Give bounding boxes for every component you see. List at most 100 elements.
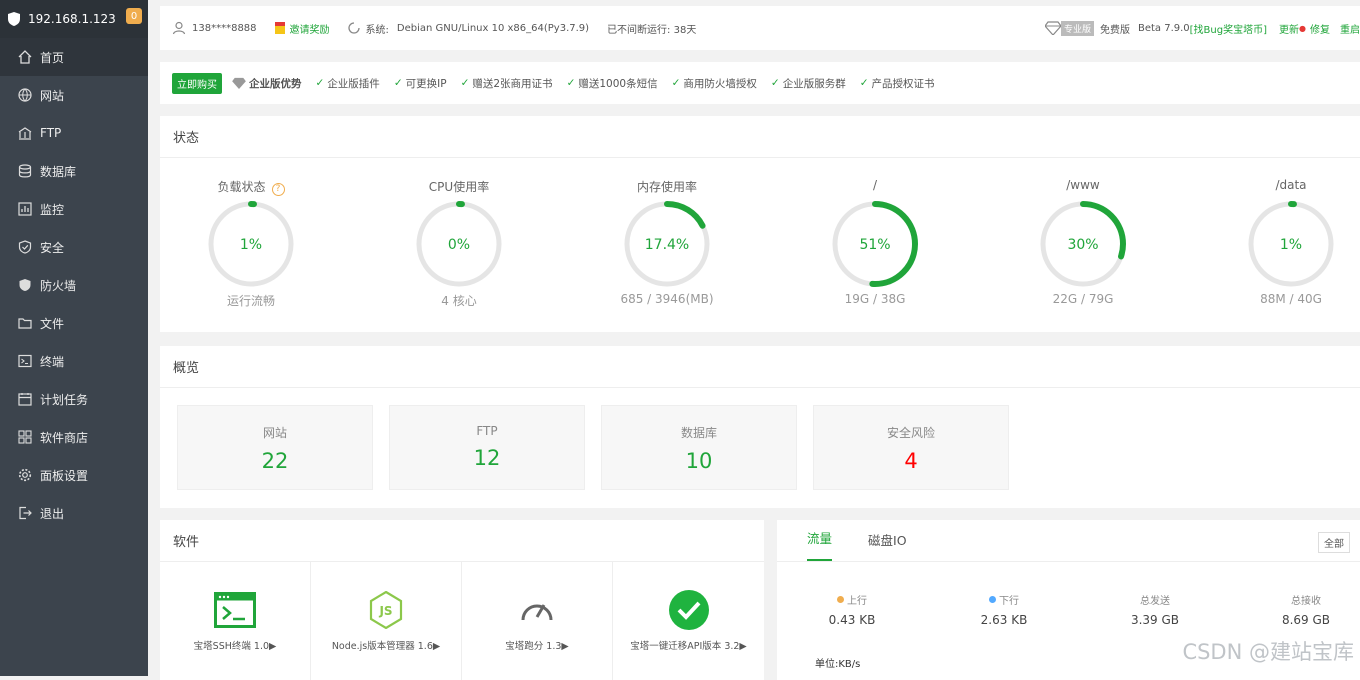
overview-box[interactable]: FTP 12	[389, 405, 585, 490]
restart-link[interactable]: 重启	[1340, 21, 1360, 36]
sidebar-item-5[interactable]: 安全	[0, 228, 148, 266]
gauge-label: CPU使用率	[428, 180, 490, 194]
check-icon: ✓	[393, 77, 403, 89]
sidebar-item-2[interactable]: FTP	[0, 114, 148, 152]
notification-badge[interactable]: 0	[126, 8, 142, 24]
user-account[interactable]: 138****8888	[172, 21, 257, 35]
gauge-label: /www	[1066, 178, 1100, 192]
feature-label: 商用防火墙授权	[683, 77, 757, 90]
sidebar-item-4[interactable]: 监控	[0, 190, 148, 228]
ftp-icon	[18, 126, 32, 140]
traffic-tabs: 流量 磁盘IO	[777, 520, 1360, 562]
sidebar-item-9[interactable]: 计划任务	[0, 380, 148, 418]
software-item-nodejs[interactable]: JS Node.js版本管理器 1.6▶	[311, 562, 462, 680]
overview-value: 10	[685, 449, 713, 473]
status-gauge[interactable]: 内存使用率 17.4% 685 / 3946(MB)	[607, 178, 727, 306]
gauge-sub: 运行流畅	[226, 294, 275, 308]
unit-label: 单位:KB/s	[815, 659, 861, 670]
status-gauge[interactable]: 负载状态? 1% 运行流畅	[191, 178, 311, 309]
advantage-feature: ✓ 赠送2张商用证书	[461, 76, 553, 91]
repair-link[interactable]: 修复	[1310, 21, 1330, 36]
software-panel: 软件 宝塔SSH终端 1.0▶ JS Node.js版本管理器 1.6▶ 宝塔跑…	[160, 520, 764, 680]
sidebar-item-label: 防火墙	[40, 278, 77, 293]
overview-label: FTP	[476, 424, 498, 438]
software-item-ssh[interactable]: 宝塔SSH终端 1.0▶	[160, 562, 311, 680]
sidebar-item-11[interactable]: 面板设置	[0, 456, 148, 494]
software-name: 宝塔跑分 1.3▶	[505, 641, 569, 652]
buy-now-button[interactable]: 立即购买	[172, 72, 222, 94]
status-gauge[interactable]: /data 1% 88M / 40G	[1231, 178, 1351, 306]
overview-value: 4	[904, 449, 918, 473]
firewall-icon	[18, 278, 32, 292]
overview-box[interactable]: 安全风险 4	[813, 405, 1009, 490]
gauge-sub: 4 核心	[441, 294, 477, 308]
software-name: 宝塔SSH终端 1.0▶	[193, 641, 277, 652]
overview-panel: 概览 网站 22 FTP 12 数据库 10 安全风险 4	[160, 346, 1360, 508]
terminal-window-icon	[214, 592, 256, 628]
gauge-value: 17.4%	[645, 237, 689, 253]
gauge-ring: 1%	[1248, 201, 1334, 287]
gauge-label: /	[872, 178, 878, 192]
gauge-ring: 30%	[1040, 201, 1126, 287]
enterprise-advantages: 立即购买 企业版优势 ✓ 企业版插件 ✓ 可更换IP ✓ 赠送2张商用证书 ✓ 赠送1000条…	[160, 62, 1360, 104]
sidebar-item-label: 文件	[40, 316, 65, 331]
feature-label: 赠送2张商用证书	[472, 77, 553, 90]
software-item-benchmark[interactable]: 宝塔跑分 1.3▶	[462, 562, 613, 680]
overview-label: 网站	[262, 426, 287, 440]
software-item-migrate[interactable]: 宝塔一键迁移API版本 3.2▶	[613, 562, 764, 680]
sidebar-item-0[interactable]: 首页	[0, 38, 148, 76]
download-dot	[989, 596, 996, 603]
software-title: 软件	[160, 520, 764, 562]
bug-bounty-link[interactable]: [找Bug奖宝塔币]	[1190, 21, 1267, 36]
nodejs-icon: JS	[369, 591, 403, 629]
update-dot: ●	[1299, 23, 1306, 33]
update-link[interactable]: 更新	[1279, 21, 1299, 36]
diamond-icon	[1044, 21, 1061, 35]
overview-box[interactable]: 数据库 10	[601, 405, 797, 490]
watermark: CSDN @建站宝库	[1182, 640, 1354, 664]
gauge-label: 负载状态	[217, 180, 266, 194]
invite-reward-link[interactable]: 邀请奖励	[274, 21, 330, 36]
check-icon: ✓	[566, 77, 576, 89]
sidebar-item-7[interactable]: 文件	[0, 304, 148, 342]
sidebar-item-10[interactable]: 软件商店	[0, 418, 148, 456]
sidebar-item-12[interactable]: 退出	[0, 494, 148, 532]
stat-value: 8.69 GB	[1281, 613, 1331, 627]
sidebar-item-3[interactable]: 数据库	[0, 152, 148, 190]
advantage-feature: ✓ 赠送1000条短信	[567, 76, 658, 91]
check-icon: ✓	[460, 77, 470, 89]
gauge-label: /data	[1275, 178, 1307, 192]
network-select[interactable]: 全部	[1318, 532, 1350, 553]
sidebar-item-label: 数据库	[40, 164, 77, 179]
sidebar-item-label: 网站	[40, 88, 65, 103]
shield-logo-icon	[8, 12, 20, 26]
shield-check-icon	[18, 240, 32, 254]
tab-traffic[interactable]: 流量	[807, 528, 833, 561]
sidebar-item-6[interactable]: 防火墙	[0, 266, 148, 304]
overview-label: 安全风险	[886, 426, 935, 440]
stat-download: 下行 2.63 KB	[944, 592, 1064, 627]
gauge-sub: 685 / 3946(MB)	[620, 292, 714, 306]
status-gauge[interactable]: / 51% 19G / 38G	[815, 178, 935, 306]
advantage-feature: ✓ 企业版服务群	[771, 76, 846, 91]
status-gauge[interactable]: /www 30% 22G / 79G	[1023, 178, 1143, 306]
sidebar-item-label: 终端	[40, 354, 65, 369]
speedometer-icon	[521, 604, 553, 621]
logout-icon	[18, 506, 32, 520]
tab-disk-io[interactable]: 磁盘IO	[868, 530, 907, 561]
stat-label: 总接收	[1291, 596, 1321, 607]
upload-dot	[837, 596, 844, 603]
home-icon	[18, 50, 32, 64]
status-panel: 状态 负载状态? 1% 运行流畅 CPU使用率 0% 4 核心 内存使用率 17.4% 685 …	[160, 116, 1360, 332]
status-gauge[interactable]: CPU使用率 0% 4 核心	[399, 178, 519, 309]
gauge-value: 1%	[240, 237, 262, 253]
gauge-ring: 0%	[416, 201, 502, 287]
help-icon[interactable]: ?	[271, 183, 285, 196]
sidebar-item-label: FTP	[40, 126, 62, 140]
sidebar-item-8[interactable]: 终端	[0, 342, 148, 380]
advantage-feature: ✓ 商用防火墙授权	[672, 76, 757, 91]
system-info: 系统: Debian GNU/Linux 10 x86_64(Py3.7.9)	[347, 21, 589, 36]
overview-box[interactable]: 网站 22	[177, 405, 373, 490]
sidebar-item-label: 监控	[40, 202, 65, 217]
sidebar-item-1[interactable]: 网站	[0, 76, 148, 114]
